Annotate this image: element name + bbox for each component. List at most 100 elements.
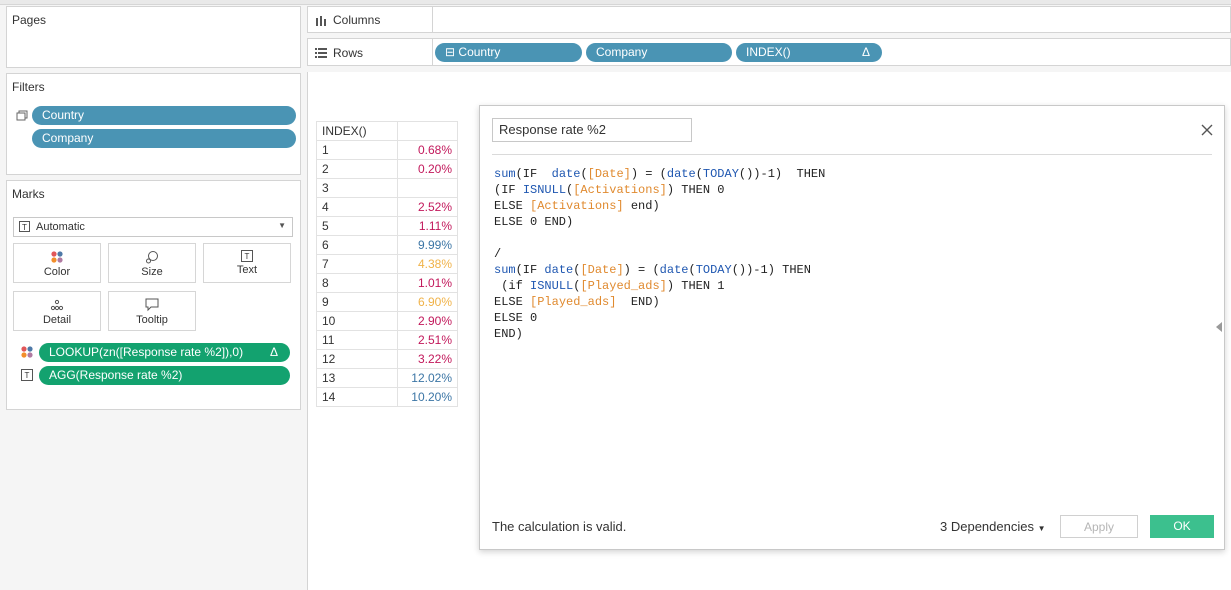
table-row[interactable]: 2 0.20% — [316, 159, 458, 179]
pages-panel[interactable]: Pages — [6, 6, 301, 68]
collapse-icon: ⊟ — [445, 45, 456, 59]
delta-icon: Δ — [269, 345, 278, 359]
apply-button[interactable]: Apply — [1060, 515, 1138, 538]
formula-function: date — [666, 167, 696, 181]
formula-text: ) THEN 1 — [666, 279, 725, 293]
rows-icon — [315, 48, 327, 58]
pages-title: Pages — [12, 13, 47, 27]
formula-text: END) — [616, 295, 660, 309]
formula-line: ELSE 0 — [494, 310, 825, 326]
table-row[interactable]: 3 — [316, 178, 458, 198]
formula-line: ELSE 0 END) — [494, 214, 825, 230]
text-icon: T — [19, 221, 30, 232]
detail-icon — [50, 299, 64, 311]
table-row[interactable]: 7 4.38% — [316, 254, 458, 274]
table-row[interactable]: 10 2.90% — [316, 311, 458, 331]
marks-field-lookup[interactable]: LOOKUP(zn([Response rate %2]),0) Δ — [39, 343, 290, 362]
columns-label: Columns — [333, 13, 381, 27]
formula-function: ISNULL — [530, 279, 574, 293]
chevron-down-icon: ▼ — [278, 221, 286, 230]
formula-text: / — [494, 247, 502, 261]
dependencies-dropdown[interactable]: 3 Dependencies ▼ — [940, 519, 1046, 534]
table-row[interactable]: 8 1.01% — [316, 273, 458, 293]
validation-status: The calculation is valid. — [492, 519, 627, 534]
detail-button[interactable]: Detail — [13, 291, 101, 331]
rows-pill-index[interactable]: INDEX() Δ — [736, 43, 882, 62]
rows-pill-company[interactable]: Company — [586, 43, 732, 62]
table-row[interactable]: 13 12.02% — [316, 368, 458, 388]
table-row[interactable]: 9 6.90% — [316, 292, 458, 312]
value-cell — [397, 178, 458, 198]
index-cell: 8 — [316, 273, 398, 293]
close-icon[interactable] — [1201, 124, 1213, 136]
index-cell: 13 — [316, 368, 398, 388]
formula-text: end) — [623, 199, 660, 213]
rows-pill-country[interactable]: ⊟ Country — [435, 43, 582, 62]
formula-function: TODAY — [695, 263, 732, 277]
table-row[interactable]: 1 0.68% — [316, 140, 458, 160]
tooltip-button[interactable]: Tooltip — [108, 291, 196, 331]
table-row[interactable]: 14 10.20% — [316, 387, 458, 407]
index-cell: 4 — [316, 197, 398, 217]
size-button[interactable]: Size — [108, 243, 196, 283]
formula-text: ) THEN 0 — [666, 183, 725, 197]
formula-text: ( — [688, 263, 696, 277]
table-row[interactable]: 5 1.11% — [316, 216, 458, 236]
filter-pill-company[interactable]: Company — [32, 129, 296, 148]
formula-line — [494, 230, 825, 246]
detail-button-label: Detail — [42, 314, 72, 326]
dialog-divider — [492, 154, 1212, 155]
mark-type-dropdown[interactable]: T Automatic ▼ — [13, 217, 293, 237]
formula-text: ELSE — [494, 199, 531, 213]
columns-shelf[interactable]: Columns — [307, 6, 1231, 33]
marks-field-agg[interactable]: AGG(Response rate %2) — [39, 366, 290, 385]
value-cell: 0.68% — [397, 140, 458, 160]
table-row[interactable]: 12 3.22% — [316, 349, 458, 369]
color-dots-icon — [51, 251, 63, 263]
formula-function: sum — [494, 263, 516, 277]
shelf-divider — [432, 39, 433, 65]
formula-text: ELSE 0 END) — [494, 215, 574, 229]
value-cell: 3.22% — [397, 349, 458, 369]
formula-text: END) — [494, 327, 523, 341]
table-row[interactable]: 4 2.52% — [316, 197, 458, 217]
formula-function: date — [659, 263, 689, 277]
marks-panel: Marks T Automatic ▼ Color Size T Text De… — [6, 180, 301, 410]
formula-text: (IF — [515, 167, 552, 181]
formula-editor[interactable]: sum(IF date([Date]) = (date(TODAY())-1) … — [494, 166, 825, 342]
size-icon — [146, 251, 158, 264]
color-button[interactable]: Color — [13, 243, 101, 283]
value-cell: 1.01% — [397, 273, 458, 293]
formula-text: (if — [494, 279, 531, 293]
formula-field: [Played_ads] — [580, 279, 667, 293]
index-cell: 6 — [316, 235, 398, 255]
formula-text: ( — [695, 167, 703, 181]
formula-line: sum(IF date([Date]) = (date(TODAY())-1) … — [494, 262, 825, 278]
view-table: INDEX() 1 0.68% 2 0.20% 3 4 2.52% 5 1.11% 6 9.99% 7… — [316, 121, 458, 407]
formula-field: [Activations] — [573, 183, 667, 197]
filters-panel: Filters Country Company — [6, 73, 301, 175]
text-button-label: Text — [236, 264, 258, 276]
formula-text: ELSE 0 — [494, 311, 538, 325]
calculation-name-input[interactable]: Response rate %2 — [492, 118, 692, 142]
marks-field-lookup-label: LOOKUP(zn([Response rate %2]),0) — [49, 345, 244, 359]
index-cell: 5 — [316, 216, 398, 236]
text-icon: T — [241, 250, 253, 262]
index-cell: 14 — [316, 387, 398, 407]
table-row[interactable]: 6 9.99% — [316, 235, 458, 255]
collapse-arrow-icon[interactable] — [1216, 322, 1222, 332]
text-button[interactable]: T Text — [203, 243, 291, 283]
formula-function: sum — [494, 167, 516, 181]
filter-stack-icon — [16, 110, 28, 121]
formula-text: (IF — [515, 263, 545, 277]
filter-pill-country[interactable]: Country — [32, 106, 296, 125]
formula-function: date — [544, 263, 574, 277]
ok-button[interactable]: OK — [1150, 515, 1214, 538]
marks-title: Marks — [12, 187, 45, 201]
value-cell: 12.02% — [397, 368, 458, 388]
table-row[interactable]: 11 2.51% — [316, 330, 458, 350]
formula-line: (if ISNULL([Played_ads]) THEN 1 — [494, 278, 825, 294]
rows-shelf[interactable]: Rows ⊟ Country Company INDEX() Δ — [307, 38, 1231, 66]
formula-text: (IF — [494, 183, 523, 197]
index-cell: 10 — [316, 311, 398, 331]
